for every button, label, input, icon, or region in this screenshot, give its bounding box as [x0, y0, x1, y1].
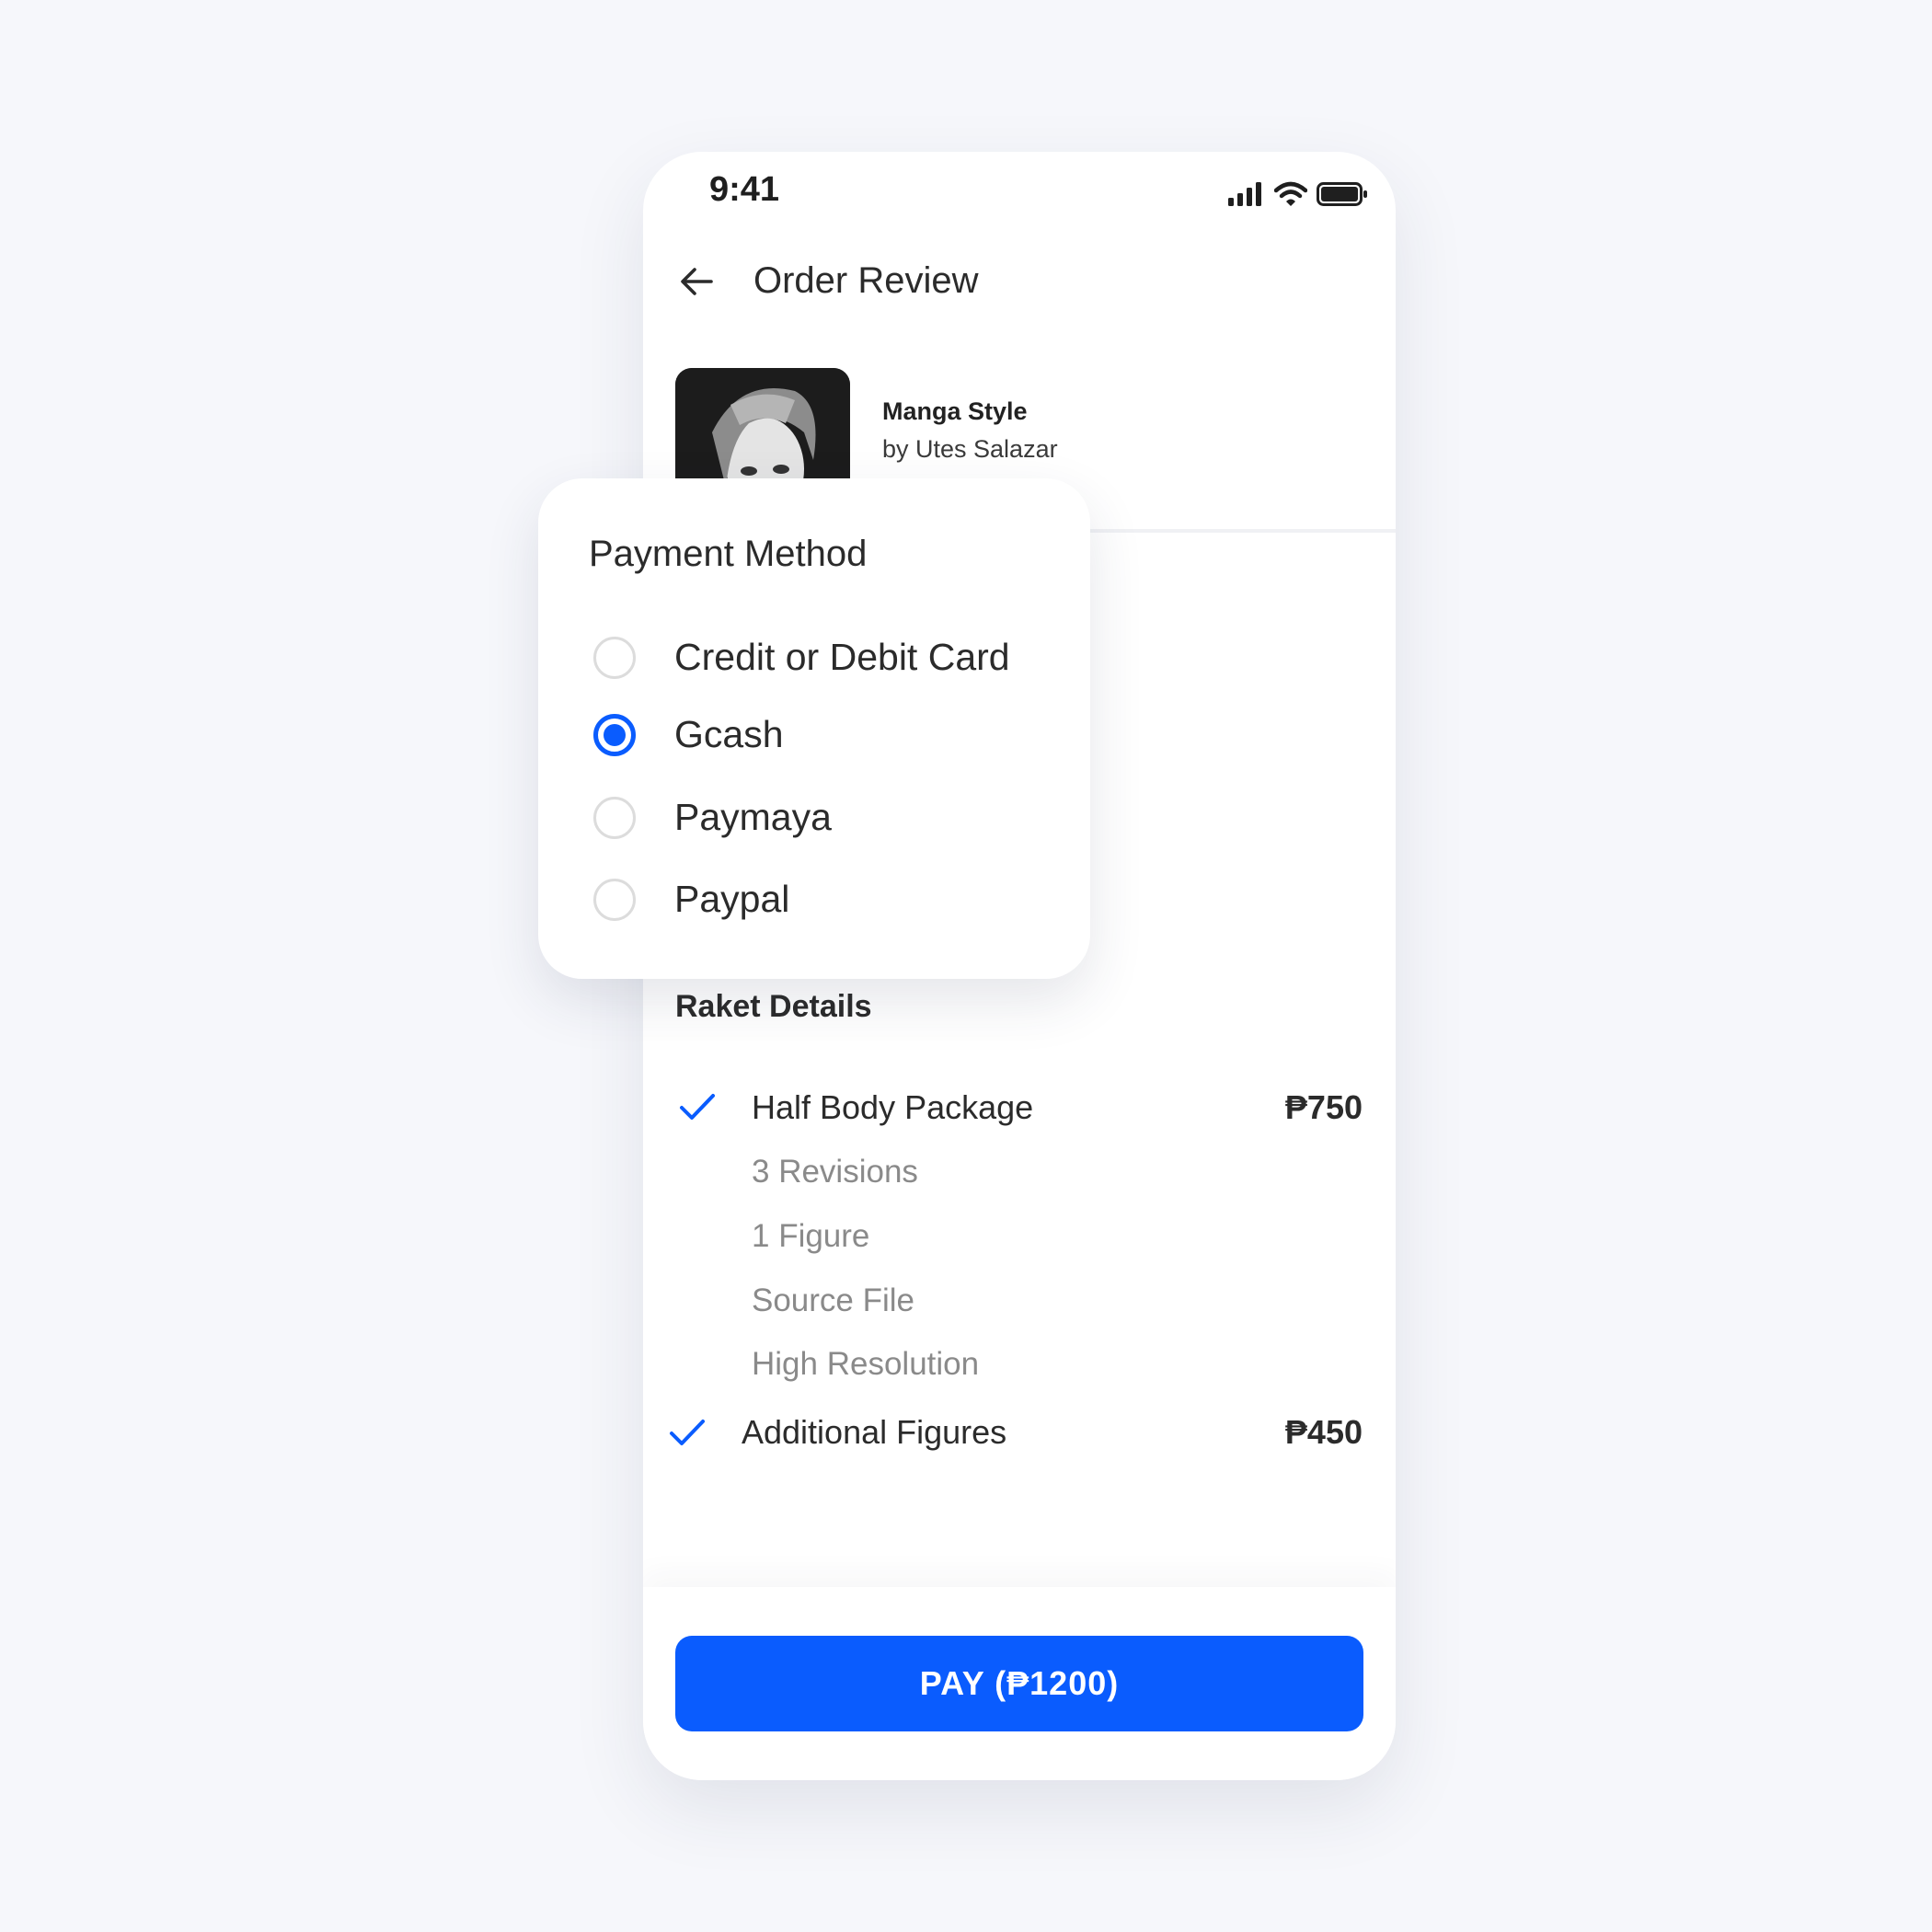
payment-option-card[interactable]: Credit or Debit Card [593, 636, 1010, 679]
addon-label: Additional Figures [742, 1413, 1007, 1451]
raket-details-title: Raket Details [675, 989, 872, 1024]
payment-option-gcash[interactable]: Gcash [593, 713, 784, 756]
radio-button[interactable] [593, 878, 636, 921]
package-price: ₱750 [1284, 1088, 1363, 1126]
payment-method-card: Payment Method Credit or Debit Card Gcas… [538, 478, 1090, 979]
payment-option-label: Credit or Debit Card [674, 636, 1010, 678]
payment-option-label: Paymaya [674, 796, 832, 838]
status-time: 9:41 [709, 170, 780, 209]
back-arrow-icon[interactable] [676, 261, 717, 302]
payment-option-label: Paypal [674, 878, 790, 920]
signal-icon [1228, 182, 1261, 206]
wifi-icon [1274, 181, 1307, 206]
page-title: Order Review [753, 260, 979, 301]
pay-button[interactable]: PAY (₱1200) [675, 1636, 1363, 1731]
feature-item: Source File [752, 1282, 915, 1318]
package-label: Half Body Package [752, 1088, 1034, 1126]
radio-button[interactable] [593, 796, 636, 839]
payment-option-label: Gcash [674, 713, 784, 755]
feature-item: 3 Revisions [752, 1154, 918, 1190]
radio-button-selected[interactable] [593, 713, 636, 756]
payment-method-title: Payment Method [589, 534, 868, 574]
radio-button[interactable] [593, 636, 636, 679]
check-icon [680, 1094, 715, 1120]
battery-icon [1317, 182, 1367, 206]
product-name: Manga Style [882, 397, 1028, 425]
product-artist: by Utes Salazar [882, 435, 1058, 463]
radio-dot [604, 723, 626, 746]
payment-option-paymaya[interactable]: Paymaya [593, 796, 832, 839]
addon-price: ₱450 [1284, 1413, 1363, 1451]
header: Order Review [676, 260, 979, 302]
check-icon [670, 1420, 705, 1445]
payment-option-paypal[interactable]: Paypal [593, 878, 789, 921]
feature-item: 1 Figure [752, 1218, 870, 1254]
feature-item: High Resolution [752, 1346, 980, 1382]
status-icons [1228, 181, 1368, 207]
